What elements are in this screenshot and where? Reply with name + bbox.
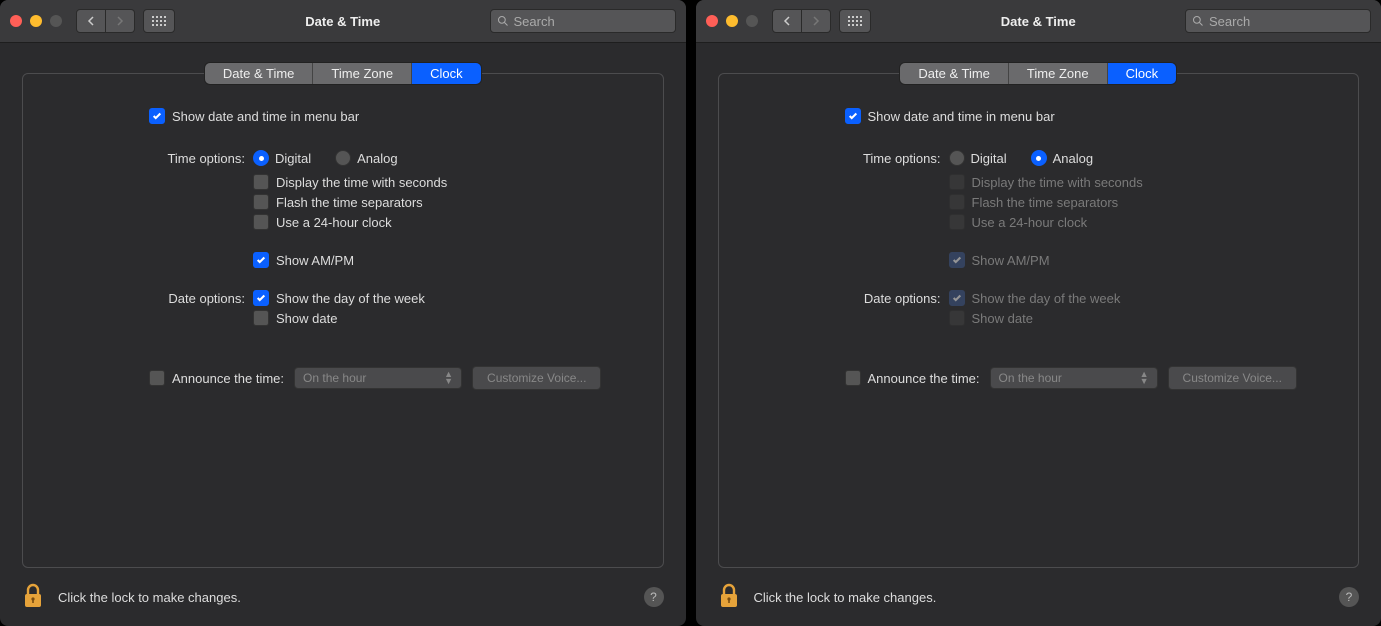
- minimize-icon[interactable]: [30, 15, 42, 27]
- search-input[interactable]: Search: [1185, 9, 1371, 33]
- customize-voice-button: Customize Voice...: [1168, 366, 1297, 390]
- forward-button: [802, 9, 831, 33]
- flash-checkbox[interactable]: [253, 194, 269, 210]
- customize-voice-button: Customize Voice...: [472, 366, 601, 390]
- digital-radio[interactable]: [949, 150, 965, 166]
- ampm-checkbox: [949, 252, 965, 268]
- minimize-icon[interactable]: [726, 15, 738, 27]
- tab-clock[interactable]: Clock: [1108, 63, 1177, 84]
- window-controls: [10, 15, 62, 27]
- time-options-label: Time options:: [45, 151, 253, 166]
- show-date-checkbox[interactable]: [253, 310, 269, 326]
- analog-radio[interactable]: [1031, 150, 1047, 166]
- tab-bar: Date & Time Time Zone Clock: [22, 63, 664, 84]
- show-date-label: Show date: [972, 311, 1033, 326]
- analog-label: Analog: [1053, 151, 1093, 166]
- seconds-label: Display the time with seconds: [972, 175, 1143, 190]
- tab-time-zone[interactable]: Time Zone: [313, 63, 412, 84]
- show-date-checkbox: [949, 310, 965, 326]
- lock-text: Click the lock to make changes.: [754, 590, 937, 605]
- digital-label: Digital: [971, 151, 1007, 166]
- search-placeholder: Search: [1209, 14, 1250, 29]
- prefs-window-left: Date & Time Search Date & Time Time Zone…: [0, 0, 686, 626]
- time-options-label: Time options:: [741, 151, 949, 166]
- ampm-checkbox[interactable]: [253, 252, 269, 268]
- clock-panel: Show date and time in menu bar Time opti…: [718, 73, 1360, 568]
- titlebar: Date & Time Search: [0, 0, 686, 43]
- zoom-icon: [50, 15, 62, 27]
- digital-label: Digital: [275, 151, 311, 166]
- search-input[interactable]: Search: [490, 9, 676, 33]
- announce-interval-select: On the hour▲▼: [294, 367, 462, 389]
- search-placeholder: Search: [514, 14, 555, 29]
- back-button[interactable]: [76, 9, 106, 33]
- zoom-icon: [746, 15, 758, 27]
- flash-label: Flash the time separators: [972, 195, 1119, 210]
- date-options-label: Date options:: [45, 291, 253, 306]
- close-icon[interactable]: [706, 15, 718, 27]
- use24-label: Use a 24-hour clock: [276, 215, 392, 230]
- announce-checkbox[interactable]: [845, 370, 861, 386]
- show-all-button[interactable]: [143, 9, 175, 33]
- clock-panel: Show date and time in menu bar Time opti…: [22, 73, 664, 568]
- lock-icon[interactable]: [718, 582, 740, 613]
- announce-interval-select: On the hour▲▼: [990, 367, 1158, 389]
- ampm-label: Show AM/PM: [972, 253, 1050, 268]
- search-icon: [497, 15, 509, 27]
- dow-checkbox[interactable]: [253, 290, 269, 306]
- flash-label: Flash the time separators: [276, 195, 423, 210]
- dow-checkbox: [949, 290, 965, 306]
- show-menubar-label: Show date and time in menu bar: [868, 109, 1055, 124]
- tab-clock[interactable]: Clock: [412, 63, 481, 84]
- use24-checkbox[interactable]: [253, 214, 269, 230]
- announce-label: Announce the time:: [868, 371, 980, 386]
- flash-checkbox: [949, 194, 965, 210]
- announce-checkbox[interactable]: [149, 370, 165, 386]
- show-date-label: Show date: [276, 311, 337, 326]
- help-button[interactable]: ?: [644, 587, 664, 607]
- date-options-label: Date options:: [741, 291, 949, 306]
- digital-radio[interactable]: [253, 150, 269, 166]
- window-controls: [706, 15, 758, 27]
- close-icon[interactable]: [10, 15, 22, 27]
- show-menubar-checkbox[interactable]: [845, 108, 861, 124]
- analog-radio[interactable]: [335, 150, 351, 166]
- back-button[interactable]: [772, 9, 802, 33]
- analog-label: Analog: [357, 151, 397, 166]
- tab-date-time[interactable]: Date & Time: [205, 63, 314, 84]
- dow-label: Show the day of the week: [276, 291, 425, 306]
- lock-icon[interactable]: [22, 582, 44, 613]
- seconds-checkbox[interactable]: [253, 174, 269, 190]
- use24-checkbox: [949, 214, 965, 230]
- titlebar: Date & Time Search: [696, 0, 1381, 43]
- use24-label: Use a 24-hour clock: [972, 215, 1088, 230]
- footer: Click the lock to make changes. ?: [696, 568, 1381, 626]
- lock-text: Click the lock to make changes.: [58, 590, 241, 605]
- tab-time-zone[interactable]: Time Zone: [1009, 63, 1108, 84]
- prefs-window-right: Date & Time Search Date & Time Time Zone…: [696, 0, 1381, 626]
- footer: Click the lock to make changes. ?: [0, 568, 686, 626]
- show-all-button[interactable]: [839, 9, 871, 33]
- seconds-checkbox: [949, 174, 965, 190]
- tab-bar: Date & Time Time Zone Clock: [718, 63, 1360, 84]
- show-menubar-label: Show date and time in menu bar: [172, 109, 359, 124]
- help-button[interactable]: ?: [1339, 587, 1359, 607]
- show-menubar-checkbox[interactable]: [149, 108, 165, 124]
- tab-date-time[interactable]: Date & Time: [900, 63, 1009, 84]
- ampm-label: Show AM/PM: [276, 253, 354, 268]
- seconds-label: Display the time with seconds: [276, 175, 447, 190]
- announce-label: Announce the time:: [172, 371, 284, 386]
- dow-label: Show the day of the week: [972, 291, 1121, 306]
- forward-button: [106, 9, 135, 33]
- search-icon: [1192, 15, 1204, 27]
